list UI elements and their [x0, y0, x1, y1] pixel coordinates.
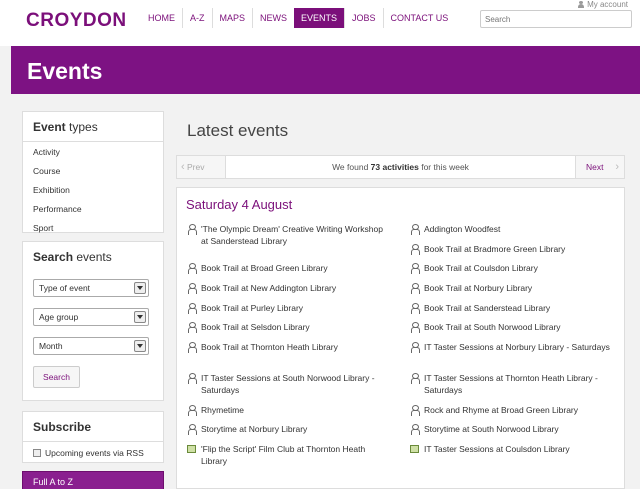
event-type-course[interactable]: Course	[23, 162, 163, 181]
event-item[interactable]: IT Taster Sessions at Coulsdon Library	[410, 443, 615, 455]
dropdown-arrow-icon	[134, 282, 146, 294]
full-a-to-z-link[interactable]: Full A to Z	[22, 471, 164, 489]
film-icon	[187, 445, 196, 453]
person-icon	[410, 342, 420, 353]
date-heading: Saturday 4 August	[186, 197, 293, 212]
age-group-value: Age group	[39, 312, 79, 322]
event-item[interactable]: Book Trail at Bradmore Green Library	[410, 243, 615, 255]
main-nav: HOME A-Z MAPS NEWS EVENTS JOBS CONTACT U…	[141, 8, 455, 28]
person-icon	[410, 303, 420, 314]
page-title: Events	[27, 58, 103, 84]
nav-news[interactable]: NEWS	[252, 8, 294, 28]
event-item[interactable]: Book Trail at Norbury Library	[410, 282, 615, 294]
event-item[interactable]: Book Trail at Sanderstead Library	[410, 302, 615, 314]
person-icon	[410, 373, 420, 384]
latest-events-heading: Latest events	[187, 121, 289, 140]
event-item[interactable]: IT Taster Sessions at Thornton Heath Lib…	[410, 372, 615, 396]
event-type-performance[interactable]: Performance	[23, 200, 163, 219]
event-item[interactable]: IT Taster Sessions at Norbury Library - …	[410, 341, 615, 353]
age-group-select[interactable]: Age group	[33, 308, 149, 326]
person-icon	[410, 224, 420, 235]
my-account-link[interactable]: My account	[578, 0, 628, 9]
event-item[interactable]: Rock and Rhyme at Broad Green Library	[410, 404, 615, 416]
person-icon	[410, 283, 420, 294]
nav-a-z[interactable]: A-Z	[182, 8, 212, 28]
events-pager: Prev We found 73 activities for this wee…	[176, 155, 625, 179]
nav-events[interactable]: EVENTS	[294, 8, 345, 28]
person-icon	[410, 322, 420, 333]
person-icon	[187, 283, 197, 294]
event-item[interactable]: Book Trail at Selsdon Library	[187, 321, 392, 333]
search-events-panel: Search events Type of event Age group Mo…	[22, 241, 164, 401]
film-icon	[410, 445, 419, 453]
event-type-activity[interactable]: Activity	[23, 143, 163, 162]
user-icon	[578, 1, 585, 8]
site-header: CROYDON My account HOME A-Z MAPS NEWS EV…	[0, 0, 640, 46]
event-item[interactable]: IT Taster Sessions at South Norwood Libr…	[187, 372, 392, 396]
nav-jobs[interactable]: JOBS	[344, 8, 383, 28]
event-item[interactable]: Book Trail at Coulsdon Library	[410, 262, 615, 274]
event-item[interactable]: Addington Woodfest	[410, 223, 615, 235]
person-icon	[410, 244, 420, 255]
type-of-event-value: Type of event	[39, 283, 91, 293]
prev-button[interactable]: Prev	[177, 156, 226, 178]
nav-contact-us[interactable]: CONTACT US	[382, 8, 456, 28]
person-icon	[187, 424, 197, 435]
event-item[interactable]: 'The Olympic Dream' Creative Writing Wor…	[187, 223, 392, 247]
person-icon	[187, 263, 197, 274]
croydon-logo[interactable]: CROYDON	[26, 10, 127, 32]
nav-home[interactable]: HOME	[141, 8, 182, 28]
type-of-event-select[interactable]: Type of event	[33, 279, 149, 297]
event-item[interactable]: Storytime at Norbury Library	[187, 423, 392, 435]
event-item[interactable]: Book Trail at Purley Library	[187, 302, 392, 314]
event-item[interactable]: Book Trail at Broad Green Library	[187, 262, 392, 274]
page-banner: Events	[11, 46, 640, 94]
event-item[interactable]: 'Flip the Script' Film Club at Thornton …	[187, 443, 392, 467]
person-icon	[187, 405, 197, 416]
month-select[interactable]: Month	[33, 337, 149, 355]
event-type-exhibition[interactable]: Exhibition	[23, 181, 163, 200]
person-icon	[187, 342, 197, 353]
my-account-label: My account	[587, 0, 628, 9]
rss-link[interactable]: Upcoming events via RSS	[33, 448, 144, 458]
event-item[interactable]: Rhymetime	[187, 404, 392, 416]
person-icon	[410, 263, 420, 274]
site-search-input[interactable]	[480, 10, 632, 28]
person-icon	[187, 303, 197, 314]
event-types-title: Event types	[23, 112, 163, 142]
person-icon	[410, 405, 420, 416]
event-item[interactable]: Book Trail at South Norwood Library	[410, 321, 615, 333]
event-item[interactable]: Book Trail at Thornton Heath Library	[187, 341, 392, 353]
person-icon	[187, 224, 197, 235]
event-item[interactable]: Storytime at South Norwood Library	[410, 423, 615, 435]
event-item[interactable]: Book Trail at New Addington Library	[187, 282, 392, 294]
search-events-title: Search events	[33, 250, 112, 264]
dropdown-arrow-icon	[134, 311, 146, 323]
person-icon	[187, 322, 197, 333]
event-types-panel: Event types Activity Course Exhibition P…	[22, 111, 164, 233]
rss-label: Upcoming events via RSS	[45, 448, 144, 458]
subscribe-panel: Subscribe Upcoming events via RSS	[22, 411, 164, 463]
month-value: Month	[39, 341, 63, 351]
event-type-sport[interactable]: Sport	[23, 219, 163, 238]
events-list: Saturday 4 August 'The Olympic Dream' Cr…	[176, 187, 625, 489]
dropdown-arrow-icon	[134, 340, 146, 352]
search-events-button[interactable]: Search	[33, 366, 80, 388]
subscribe-title: Subscribe	[23, 412, 163, 442]
person-icon	[410, 424, 420, 435]
next-button[interactable]: Next	[575, 156, 624, 178]
nav-maps[interactable]: MAPS	[211, 8, 253, 28]
results-count: We found 73 activities for this week	[332, 162, 469, 172]
person-icon	[187, 373, 197, 384]
rss-icon	[33, 449, 41, 457]
